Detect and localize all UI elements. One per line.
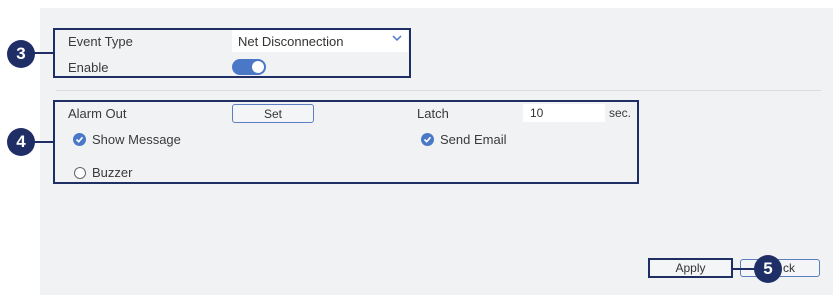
callout-badge-4: 4 <box>7 128 35 156</box>
apply-button[interactable]: Apply <box>648 258 733 278</box>
callout-leader-3 <box>34 52 54 54</box>
back-button-label: ck <box>783 261 795 275</box>
callout-leader-5 <box>733 268 755 270</box>
callout-box-4 <box>53 100 639 184</box>
callout-leader-4 <box>34 141 54 143</box>
callout-badge-5: 5 <box>754 255 782 283</box>
callout-box-3 <box>53 28 411 78</box>
callout-badge-3: 3 <box>7 40 35 68</box>
section-divider <box>56 90 821 91</box>
